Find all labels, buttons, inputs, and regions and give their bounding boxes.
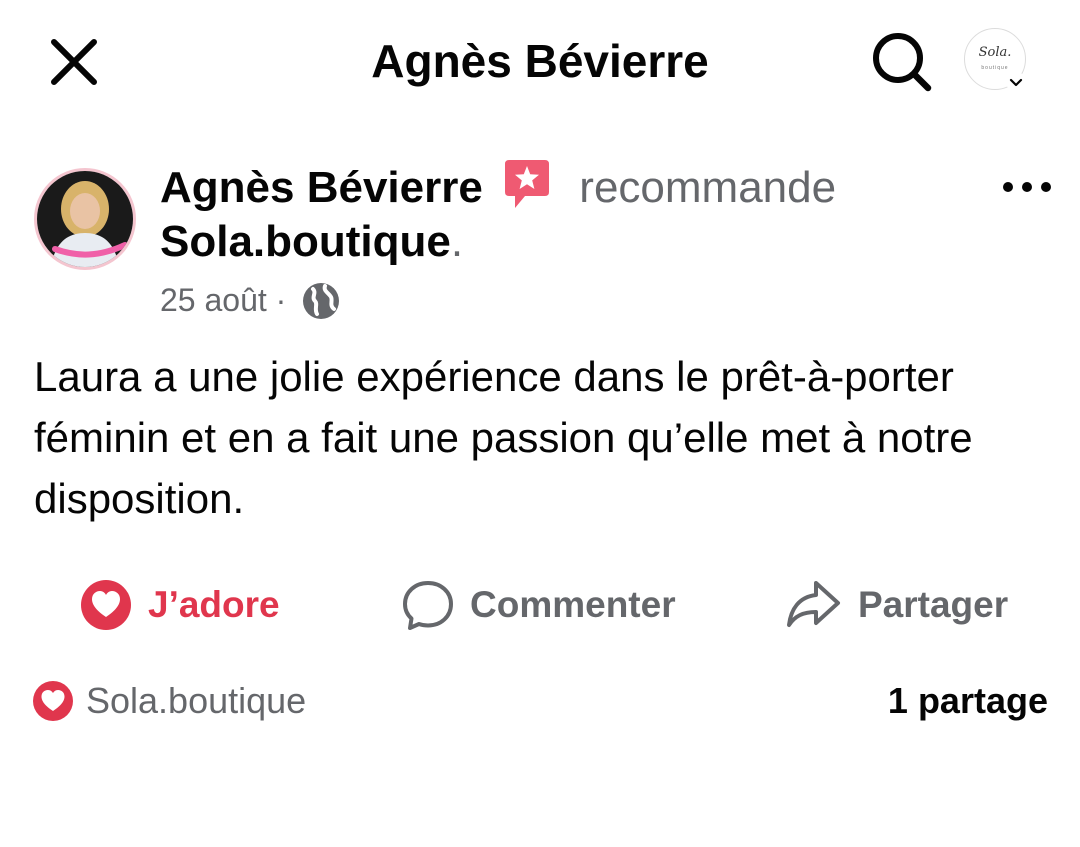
chevron-down-icon [1006, 72, 1026, 92]
share-label: Partager [858, 584, 1009, 625]
page-link[interactable]: Sola.boutique [160, 217, 451, 266]
share-count[interactable]: 1 partage [888, 676, 1048, 726]
comment-button[interactable]: Commenter [402, 572, 676, 638]
profile-switcher[interactable]: Sola. boutique [962, 26, 1030, 94]
meta-separator: · [266, 282, 296, 318]
more-dots-icon [1003, 182, 1051, 192]
author-name[interactable]: Agnès Bévierre [160, 163, 483, 212]
comment-label: Commenter [470, 584, 676, 625]
share-button[interactable]: Partager [786, 572, 1008, 638]
post-date[interactable]: 25 août [160, 282, 267, 318]
recommend-verb: recommande [579, 163, 837, 212]
author-avatar[interactable] [34, 168, 136, 270]
globe-icon [303, 283, 340, 319]
like-label: J’adore [148, 584, 280, 625]
more-options-button[interactable] [998, 170, 1056, 204]
heart-reaction-icon [33, 681, 73, 721]
like-button[interactable]: J’adore [80, 572, 280, 638]
top-bar: Agnès Bévierre Sola. boutique [0, 0, 1080, 120]
share-arrow-icon [787, 581, 840, 627]
reactions-summary[interactable]: Sola.boutique [32, 676, 306, 726]
post-meta: 25 août · [160, 280, 341, 321]
reactor-name: Sola.boutique [86, 680, 307, 721]
heart-reaction-icon [81, 580, 131, 630]
post-text: Laura a une jolie expérience dans le prê… [34, 353, 973, 522]
profile-logo-text: Sola. [978, 45, 1012, 60]
search-icon [873, 33, 932, 92]
close-icon [51, 39, 97, 85]
post-attribution-target: Sola.boutique. [160, 214, 463, 270]
comment-icon [403, 581, 453, 630]
post-attribution: Agnès Bévierre recommande [160, 158, 836, 216]
close-button[interactable] [48, 36, 100, 88]
search-button[interactable] [870, 30, 934, 94]
period: . [450, 217, 464, 266]
recommend-star-icon [505, 160, 550, 208]
profile-logo-subtext: boutique [981, 65, 1009, 71]
